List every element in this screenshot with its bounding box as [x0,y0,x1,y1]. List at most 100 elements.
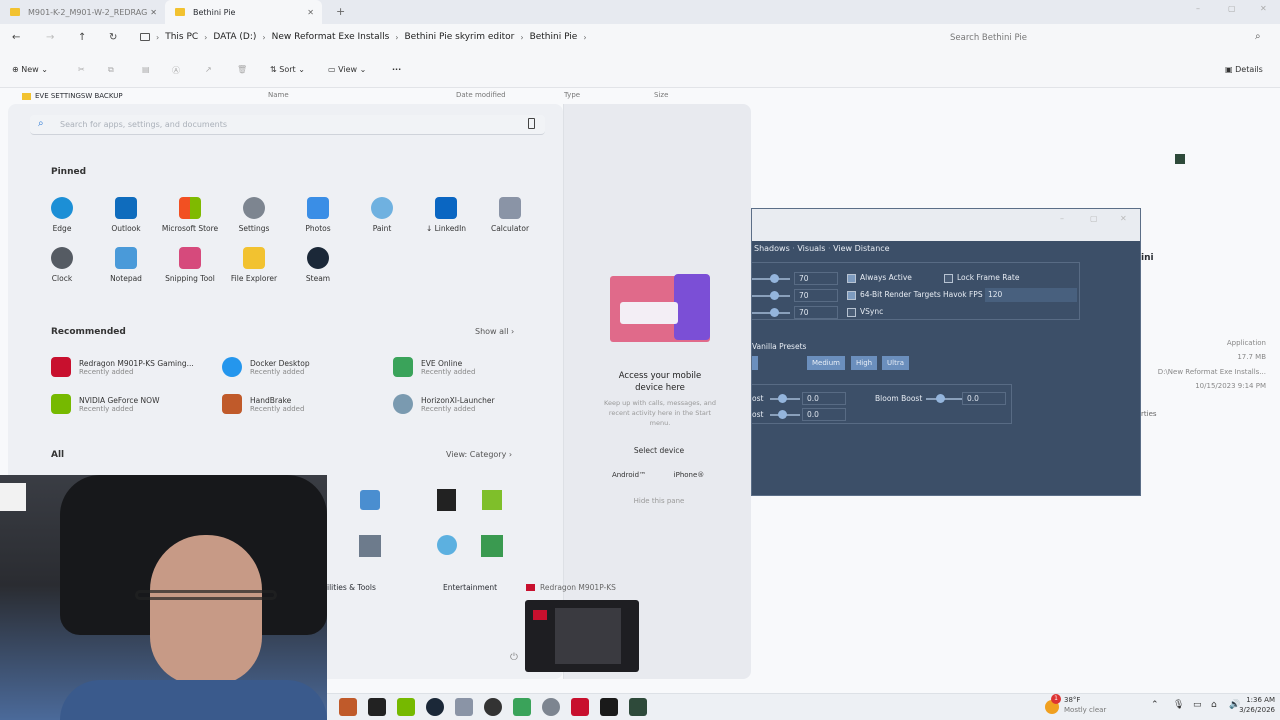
close-window-button[interactable]: ✕ [1260,4,1267,13]
sort-button[interactable]: ⇅ Sort ⌄ [270,65,305,74]
power-icon[interactable]: ⏻ [510,652,518,663]
recommended-item[interactable]: Docker Desktop Recently added [222,357,392,377]
column-date[interactable]: Date modified [456,91,506,99]
slider-value-input[interactable]: 70 [794,272,838,285]
preset-low-button[interactable] [752,356,758,370]
microphone-icon[interactable]: 🎙 [1173,700,1184,710]
app-icon[interactable] [629,698,647,716]
recommended-item[interactable]: HorizonXI-Launcher Recently added [393,394,563,414]
bloom-boost-input[interactable]: 0.0 [962,392,1006,405]
android-button[interactable]: Android™ [604,467,654,483]
up-arrow-icon[interactable]: ↑ [78,32,86,43]
app-icon[interactable] [481,535,503,557]
view-button[interactable]: ▭ View ⌄ [328,65,366,74]
slider-track[interactable] [752,274,790,283]
nvidia-icon[interactable] [397,698,415,716]
start-search-input[interactable]: ⌕ Search for apps, settings, and documen… [30,115,545,135]
slider-track[interactable] [926,394,962,403]
handbrake-icon[interactable] [339,698,357,716]
checkbox-vsync[interactable]: VSync [847,307,883,317]
tab-redragon[interactable]: M901-K-2_M901-W-2_REDRAG ✕ [0,0,165,24]
slider-track[interactable] [770,410,800,419]
breadcrumb-item[interactable]: New Reformat Exe Installs [266,32,396,42]
recommended-item[interactable]: NVIDIA GeForce NOW Recently added [51,394,221,414]
slider-thumb[interactable] [936,394,945,403]
clock-date[interactable]: 3/26/2026 [1225,706,1275,714]
tab-bethini[interactable]: Bethini Pie ✕ [165,0,322,24]
hide-pane-link[interactable]: Hide this pane [612,497,706,505]
show-all-button[interactable]: Show all › [475,327,514,336]
slider-track[interactable] [752,308,790,317]
boost-value-input[interactable]: 0.0 [802,408,846,421]
rename-icon[interactable]: Ⓐ [172,65,180,76]
details-button[interactable]: ▣ Details [1225,65,1263,74]
clock-time[interactable]: 1:36 AM [1235,696,1275,704]
gear-icon[interactable] [542,698,560,716]
redragon-thumbnail[interactable] [525,600,639,672]
nav-item-backup[interactable]: EVE SETTINGSW BACKUP [22,92,123,100]
column-size[interactable]: Size [654,91,668,99]
iphone-button[interactable]: iPhone® [664,467,714,483]
slider-thumb[interactable] [770,274,779,283]
pinned-store[interactable]: Microsoft Store [158,197,222,233]
app-icon[interactable] [482,490,502,510]
calculator-icon[interactable] [455,698,473,716]
breadcrumb-item[interactable]: This PC [159,32,204,42]
minimize-button[interactable]: – [1060,214,1064,223]
category-utilities[interactable]: ilities & Tools [327,583,376,592]
tab-view-distance[interactable]: View Distance [833,244,890,253]
new-button[interactable]: ⊕ New ⌄ [12,65,48,74]
breadcrumb-item[interactable]: Bethini Pie skyrim editor [399,32,521,42]
checkbox-lock-frame-rate[interactable]: Lock Frame Rate [944,273,1019,283]
havok-fps-input[interactable]: 120 [985,288,1077,302]
new-tab-button[interactable]: + [336,5,345,18]
pinned-notepad[interactable]: Notepad [94,247,158,283]
chevron-up-icon[interactable]: ⌃ [1151,700,1159,710]
breadcrumb-item[interactable]: Bethini Pie [524,32,584,42]
pinned-edge[interactable]: Edge [30,197,94,233]
phone-icon[interactable] [528,118,535,129]
checkbox-always-active[interactable]: Always Active [847,273,912,283]
app-icon[interactable] [359,535,381,557]
close-button[interactable]: ✕ [1120,214,1127,223]
slider-thumb[interactable] [778,394,787,403]
share-icon[interactable]: ↗ [205,65,212,74]
copy-icon[interactable]: ⧉ [108,65,114,75]
breadcrumb-item[interactable]: DATA (D:) [207,32,262,42]
tab-visuals[interactable]: Visuals [797,244,825,253]
pinned-linkedin[interactable]: ↓ LinkedIn [414,197,478,233]
forward-arrow-icon[interactable]: → [46,32,54,43]
category-entertainment[interactable]: Entertainment [443,583,497,592]
pinned-calculator[interactable]: Calculator [478,197,542,233]
close-icon[interactable]: ✕ [150,8,157,17]
pinned-snipping[interactable]: Snipping Tool [158,247,222,283]
view-category-button[interactable]: View: Category › [446,450,512,459]
slider-thumb[interactable] [770,291,779,300]
preset-medium-button[interactable]: Medium [807,356,845,370]
slider-thumb[interactable] [770,308,779,317]
epic-games-icon[interactable] [437,489,456,511]
steam-icon[interactable] [426,698,444,716]
pinned-paint[interactable]: Paint [350,197,414,233]
properties-link[interactable]: rties [1141,410,1157,418]
pinned-clock[interactable]: Clock [30,247,94,283]
redragon-icon[interactable] [571,698,589,716]
paste-icon[interactable]: ▤ [142,65,150,74]
pinned-outlook[interactable]: Outlook [94,197,158,233]
checkbox-64bit[interactable]: 64-Bit Render Targets [847,290,941,300]
maximize-button[interactable]: ▢ [1090,214,1098,223]
explorer-search-input[interactable]: Search Bethini Pie [950,33,1270,43]
obs-icon[interactable] [484,698,502,716]
recommended-item[interactable]: Redragon M901P-KS Gaming... Recently adde… [51,357,221,377]
minimize-button[interactable]: – [1196,4,1200,13]
tab-shadows[interactable]: Shadows [754,244,790,253]
slider-thumb[interactable] [778,410,787,419]
preset-high-button[interactable]: High [851,356,878,370]
slider-value-input[interactable]: 70 [794,289,838,302]
cut-icon[interactable]: ✂ [78,65,85,74]
slider-track[interactable] [752,291,790,300]
app-icon[interactable] [360,490,380,510]
display-icon[interactable]: ▭ [1193,700,1202,710]
app-icon[interactable] [600,698,618,716]
recommended-item[interactable]: EVE Online Recently added [393,357,563,377]
